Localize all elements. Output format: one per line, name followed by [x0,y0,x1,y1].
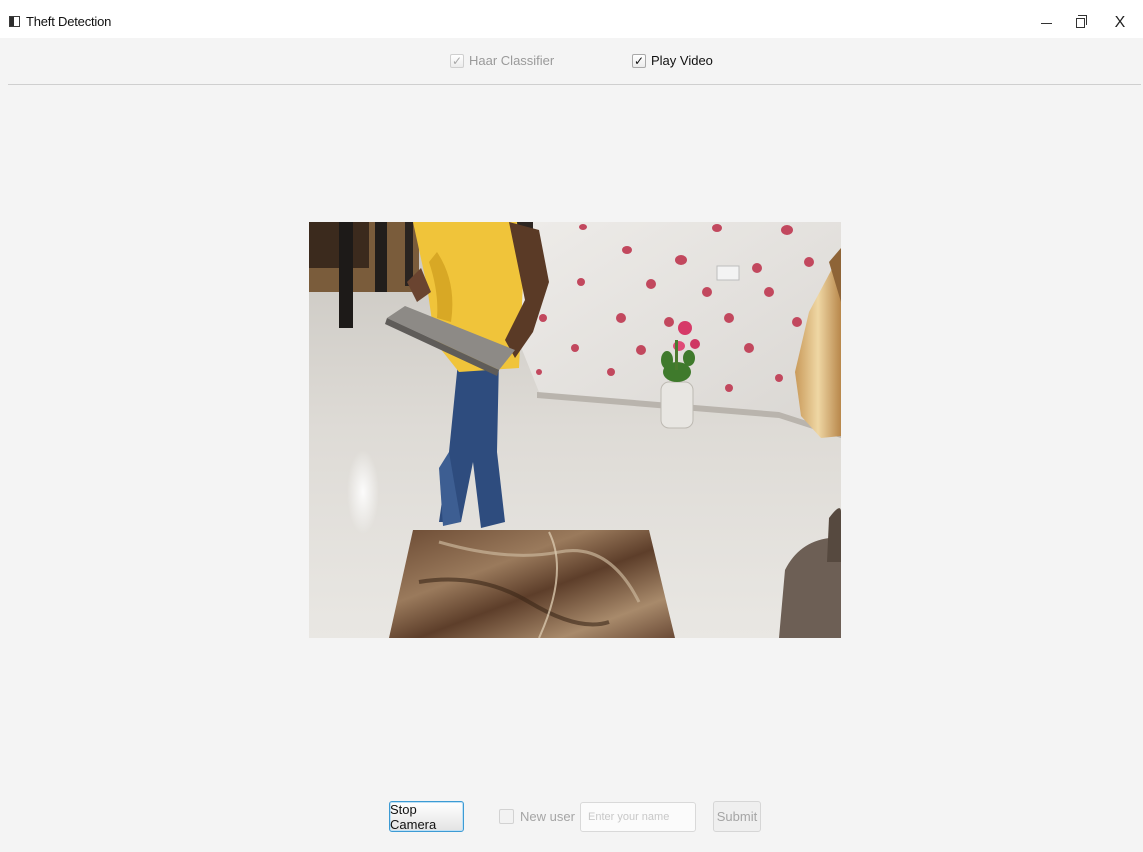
play-video-label: Play Video [651,53,713,68]
camera-frame [309,222,841,638]
new-user-checkbox[interactable]: New user [499,809,575,824]
close-button[interactable]: X [1097,8,1143,38]
new-user-label: New user [520,809,575,824]
checkmark-icon: ✓ [450,53,464,68]
camera-feed [309,222,841,638]
options-toolbar: ✓ Haar Classifier ✓ Play Video [8,38,1141,85]
minimize-icon [1040,22,1052,24]
window-title: Theft Detection [26,14,112,29]
close-icon: X [1114,14,1126,31]
restore-icon [1075,15,1087,28]
window-titlebar: Theft Detection X [0,0,1143,38]
app-icon [9,16,20,27]
checkbox-icon [499,809,514,824]
checkmark-icon: ✓ [632,53,646,68]
submit-button[interactable]: Submit [713,801,761,832]
haar-classifier-label: Haar Classifier [469,53,555,68]
play-video-checkbox[interactable]: ✓ Play Video [632,53,713,68]
stop-camera-button[interactable]: Stop Camera [389,801,464,832]
haar-classifier-checkbox[interactable]: ✓ Haar Classifier [450,53,554,68]
name-input[interactable] [580,802,696,832]
